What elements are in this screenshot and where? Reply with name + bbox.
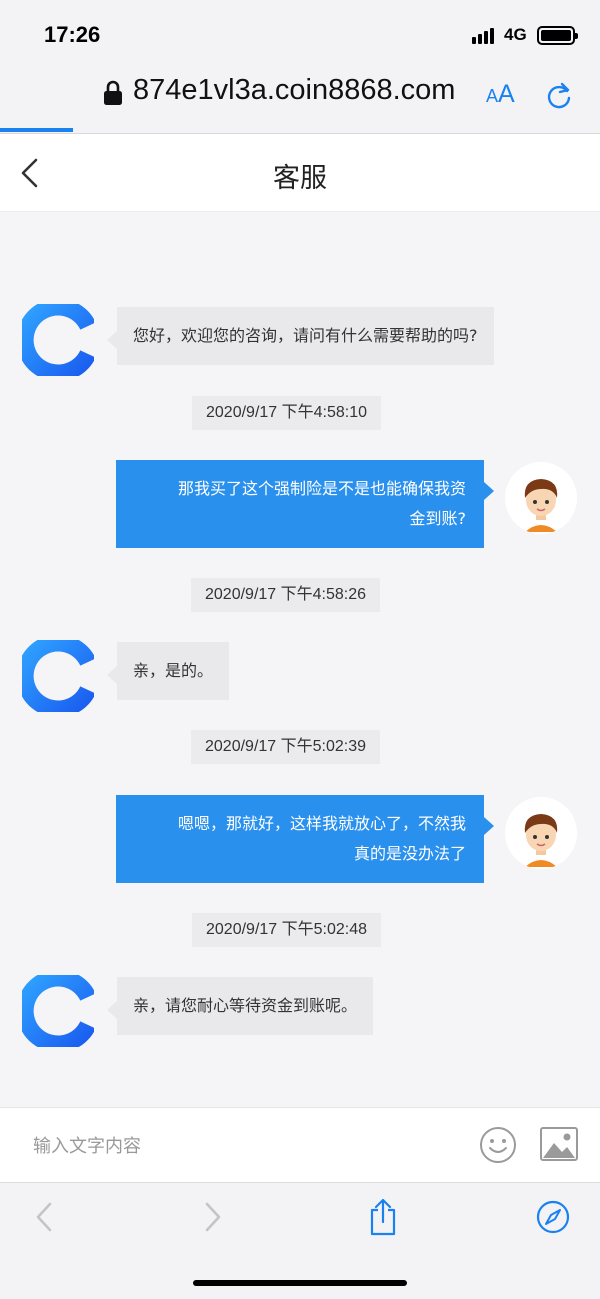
agent-avatar — [22, 304, 94, 376]
signal-icon — [472, 28, 494, 44]
emoji-icon[interactable] — [479, 1126, 517, 1164]
message-line: 亲，请您耐心等待资金到账呢。 — [133, 996, 358, 1015]
page-load-progress — [0, 128, 73, 132]
message-input-bar: 输入文字内容 — [0, 1107, 600, 1182]
agent-message: 亲，是的。 — [106, 642, 230, 700]
text-size-large-label: A — [498, 80, 515, 108]
message-line: 真的是没办法了 — [353, 844, 466, 863]
user-message: 嗯嗯，那就好，这样我就放心了，不然我 真的是没办法了 — [116, 795, 494, 883]
lock-icon — [104, 80, 122, 105]
message-line: 金到账? — [409, 509, 467, 528]
message-line: 嗯嗯，那就好，这样我就放心了，不然我 — [177, 814, 466, 833]
page-header: 客服 — [0, 134, 600, 212]
message-timestamp: 2020/9/17 下午4:58:10 — [192, 396, 382, 430]
battery-icon — [537, 26, 578, 45]
back-icon[interactable] — [34, 1201, 54, 1233]
message-line: 您好，欢迎您的咨询，请问有什么需要帮助的吗? — [133, 326, 478, 345]
reload-icon[interactable] — [545, 80, 573, 110]
browser-top-bar: 17:26 4G 874e1vl3a.coin8868.com AA — [0, 0, 600, 134]
user-message: 那我买了这个强制险是不是也能确保我资 金到账? — [116, 460, 494, 548]
network-label: 4G — [504, 25, 527, 44]
browser-toolbar — [0, 1182, 600, 1299]
agent-avatar — [22, 640, 94, 712]
share-icon[interactable] — [368, 1197, 398, 1237]
status-time: 17:26 — [44, 22, 101, 47]
message-timestamp: 2020/9/17 下午5:02:48 — [192, 913, 382, 947]
agent-message: 您好，欢迎您的咨询，请问有什么需要帮助的吗? — [107, 307, 494, 365]
image-icon[interactable] — [540, 1127, 578, 1161]
user-avatar — [505, 462, 577, 534]
agent-message: 亲，请您耐心等待资金到账呢。 — [106, 977, 374, 1035]
message-timestamp: 2020/9/17 下午4:58:26 — [191, 578, 381, 612]
text-size-small-label: A — [486, 86, 499, 106]
home-indicator — [193, 1280, 407, 1286]
compass-icon[interactable] — [536, 1200, 570, 1234]
forward-icon[interactable] — [203, 1201, 223, 1233]
message-line: 亲，是的。 — [133, 661, 214, 680]
user-avatar — [505, 797, 577, 869]
message-line: 那我买了这个强制险是不是也能确保我资 — [177, 479, 466, 498]
text-size-button[interactable]: AA — [486, 80, 515, 109]
message-input[interactable]: 输入文字内容 — [33, 1132, 141, 1158]
message-timestamp: 2020/9/17 下午5:02:39 — [191, 730, 381, 764]
page-title: 客服 — [273, 163, 327, 194]
address-bar-url[interactable]: 874e1vl3a.coin8868.com — [133, 74, 455, 107]
agent-avatar — [22, 975, 94, 1047]
